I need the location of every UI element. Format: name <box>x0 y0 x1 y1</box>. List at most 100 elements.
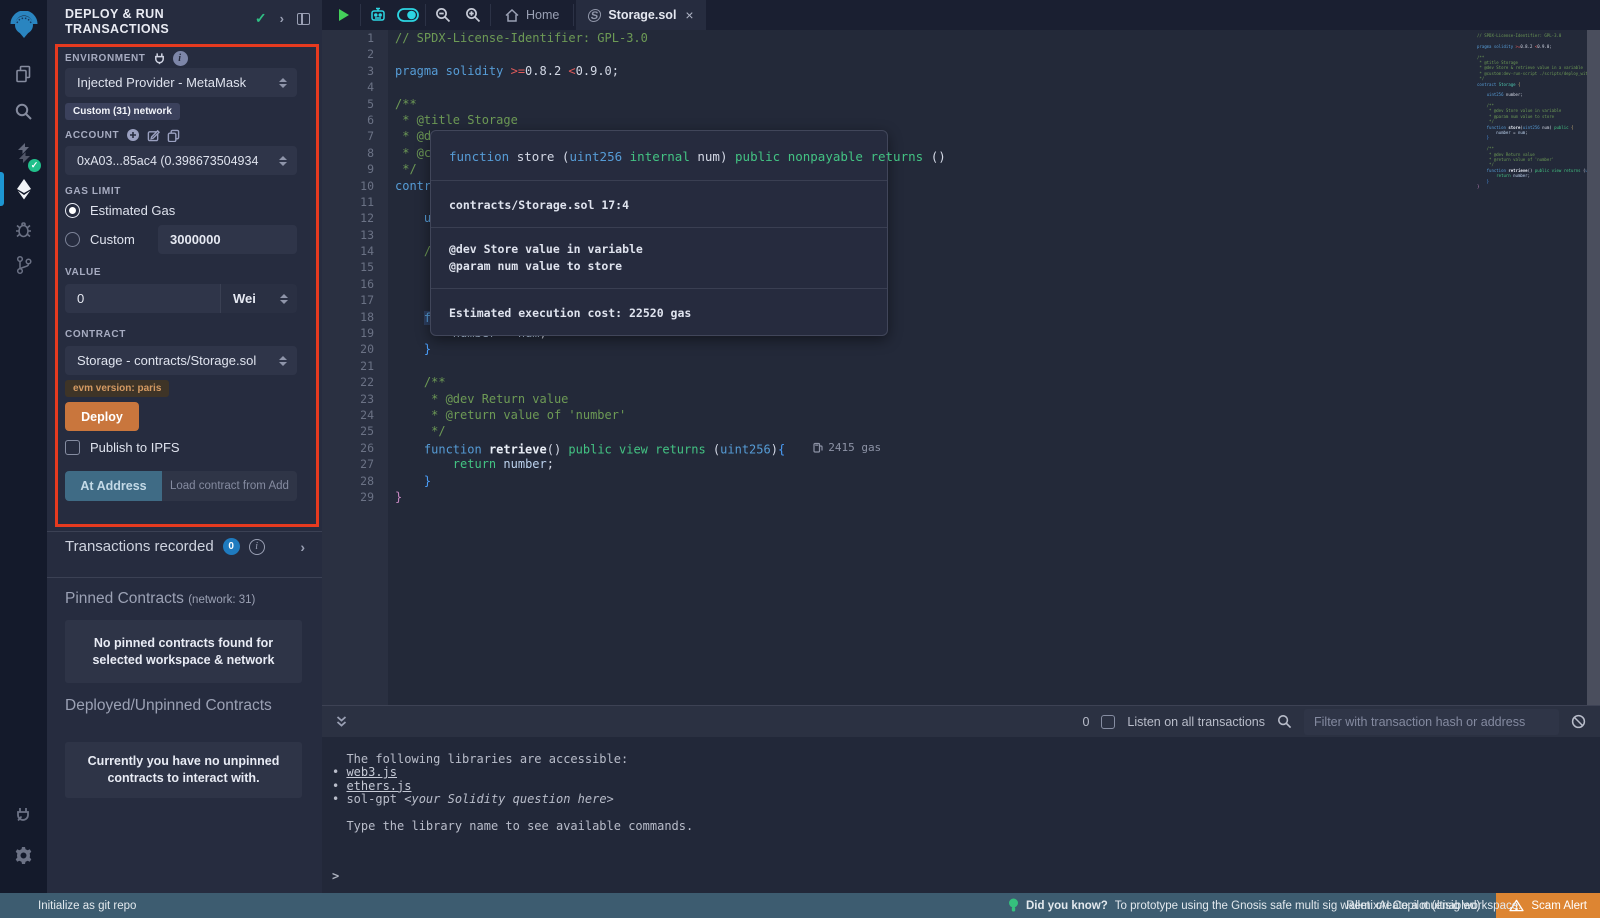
line-number: 25 <box>322 423 388 439</box>
environment-info-icon[interactable]: i <box>173 51 188 66</box>
transaction-filter-input[interactable] <box>1304 709 1559 735</box>
deploy-button[interactable]: Deploy <box>65 402 139 431</box>
add-account-icon[interactable] <box>126 128 140 142</box>
transactions-info-icon[interactable]: i <box>249 539 265 555</box>
account-label: ACCOUNT <box>65 128 180 142</box>
terminal-search-icon <box>1277 714 1292 729</box>
line-number-gutter: 1234567891011121314151617181920212223242… <box>322 30 388 705</box>
code-line[interactable] <box>388 358 1480 374</box>
solidity-compiler-icon[interactable]: ✓ <box>0 136 47 170</box>
code-line[interactable]: // SPDX-License-Identifier: GPL-3.0 <box>388 30 1480 46</box>
code-line: } <box>1477 184 1583 189</box>
line-number: 3 <box>322 63 388 79</box>
copy-account-icon[interactable] <box>167 129 180 142</box>
line-number: 1 <box>322 30 388 46</box>
git-icon[interactable] <box>0 248 47 282</box>
search-icon[interactable] <box>0 94 47 128</box>
clear-console-icon[interactable] <box>1571 714 1586 729</box>
line-number: 16 <box>322 276 388 292</box>
transactions-recorded-row[interactable]: Transactions recorded 0 i › <box>65 538 305 555</box>
code-editor[interactable]: 1234567891011121314151617181920212223242… <box>322 30 1600 705</box>
terminal-line <box>332 807 1600 820</box>
custom-gas-option[interactable]: Custom <box>65 232 135 247</box>
code-line[interactable]: /** <box>388 96 1480 112</box>
close-tab-icon[interactable]: × <box>685 7 693 23</box>
lightbulb-icon <box>1008 898 1019 913</box>
line-number: 20 <box>322 341 388 357</box>
environment-select[interactable]: Injected Provider - MetaMask <box>65 68 297 97</box>
chevron-right-icon[interactable]: › <box>300 539 305 555</box>
value-input[interactable] <box>65 284 220 313</box>
code-line[interactable]: * @dev Return value <box>388 391 1480 407</box>
account-select[interactable]: 0xA03...85ac4 (0.398673504934 <box>65 146 297 175</box>
home-icon <box>505 9 519 22</box>
estimated-gas-option[interactable]: Estimated Gas <box>65 203 175 218</box>
panel-check-icon: ✓ <box>255 10 267 27</box>
terminal-output[interactable]: The following libraries are accessible:•… <box>322 737 1600 893</box>
settings-gear-icon[interactable] <box>0 838 47 872</box>
code-line[interactable]: /** <box>388 374 1480 390</box>
value-unit-select[interactable]: Wei <box>220 284 297 313</box>
file-explorer-icon[interactable] <box>0 56 47 90</box>
code-line[interactable]: * @return value of 'number' <box>388 407 1480 423</box>
deploy-run-icon[interactable] <box>0 172 47 206</box>
at-address-button[interactable]: At Address <box>65 471 162 501</box>
line-number: 12 <box>322 210 388 226</box>
custom-gas-input[interactable] <box>158 225 297 254</box>
line-number: 21 <box>322 358 388 374</box>
terminal-link[interactable]: ethers.js <box>346 779 411 793</box>
radio-selected-icon[interactable] <box>65 203 80 218</box>
select-arrows-icon <box>279 78 287 88</box>
code-line[interactable]: pragma solidity >=0.8.2 <0.9.0; <box>388 63 1480 79</box>
terminal-prompt[interactable]: > <box>332 869 339 883</box>
git-init-status[interactable]: Initialize as git repo <box>38 900 136 912</box>
collapse-terminal-icon[interactable] <box>326 715 356 728</box>
line-number: 2 <box>322 46 388 62</box>
evm-version-badge: evm version: paris <box>65 380 169 397</box>
checkbox-icon[interactable] <box>65 440 80 455</box>
at-address-input[interactable] <box>162 471 297 501</box>
zoom-in-icon[interactable] <box>458 0 488 30</box>
panel-expand-icon[interactable]: › <box>280 11 284 26</box>
code-line[interactable]: } <box>388 489 1480 505</box>
contract-select[interactable]: Storage - contracts/Storage.sol <box>65 346 297 375</box>
line-number: 28 <box>322 473 388 489</box>
copilot-toggle-icon[interactable] <box>393 0 423 30</box>
code-line[interactable]: */ <box>388 423 1480 439</box>
zoom-out-icon[interactable] <box>428 0 458 30</box>
editor-scrollbar[interactable] <box>1587 30 1600 705</box>
code-line[interactable]: return number; <box>388 456 1480 472</box>
plugin-manager-icon[interactable] <box>0 798 47 832</box>
publish-to-ipfs-option[interactable]: Publish to IPFS <box>65 440 180 455</box>
line-number: 15 <box>322 259 388 275</box>
debugger-icon[interactable] <box>0 212 47 246</box>
line-number: 6 <box>322 112 388 128</box>
code-line[interactable]: * @title Storage <box>388 112 1480 128</box>
tab-home[interactable]: Home <box>493 0 571 30</box>
code-line[interactable]: } <box>388 341 1480 357</box>
panel-title: DEPLOY & RUN TRANSACTIONS <box>65 7 235 37</box>
deploy-run-panel: DEPLOY & RUN TRANSACTIONS ✓ › ENVIRONMEN… <box>47 0 322 893</box>
minimap[interactable]: // SPDX-License-Identifier: GPL-3.0 prag… <box>1477 33 1583 189</box>
pinned-empty-message: No pinned contracts found for selected w… <box>65 620 302 683</box>
tooltip-signature: function store (uint256 internal num) pu… <box>449 149 946 164</box>
code-line[interactable] <box>388 79 1480 95</box>
ai-copilot-icon[interactable] <box>363 0 393 30</box>
code-line[interactable]: } <box>388 473 1480 489</box>
code-line[interactable]: function retrieve() public view returns … <box>388 440 1480 456</box>
solidity-file-icon: S <box>587 9 602 22</box>
sign-message-icon[interactable] <box>147 129 160 142</box>
code-line[interactable] <box>388 46 1480 62</box>
listen-all-checkbox[interactable] <box>1101 715 1115 729</box>
editor-tabbar: Home S Storage.sol × <box>322 0 1600 30</box>
remix-logo-icon[interactable] <box>0 8 47 44</box>
radio-unselected-icon[interactable] <box>65 232 80 247</box>
terminal-link[interactable]: web3.js <box>346 765 397 779</box>
tab-storage-sol[interactable]: S Storage.sol × <box>576 0 705 30</box>
panel-pin-icon[interactable] <box>297 13 310 25</box>
function-hover-tooltip: function store (uint256 internal num) pu… <box>430 130 888 336</box>
line-number: 4 <box>322 79 388 95</box>
line-number: 9 <box>322 161 388 177</box>
terminal-line: • web3.js <box>332 766 1600 779</box>
run-script-button[interactable] <box>328 0 358 30</box>
